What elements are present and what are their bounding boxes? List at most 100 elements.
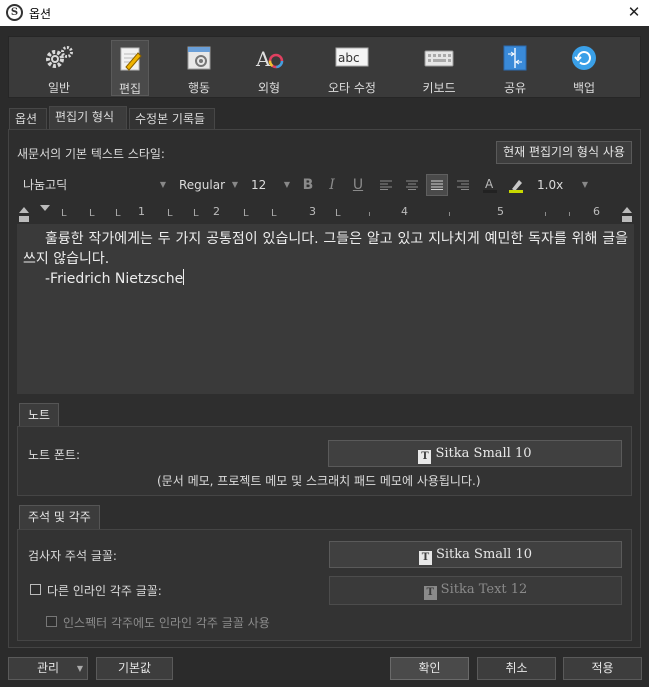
defaults-button[interactable]: 기본값: [96, 657, 173, 680]
inline-footnote-font-checkbox[interactable]: [30, 584, 41, 595]
toolbar-keyboard[interactable]: 키보드: [411, 40, 467, 96]
preview-attribution-text: -Friedrich Nietzsche: [45, 271, 184, 287]
svg-text:A: A: [255, 47, 271, 71]
chevron-down-icon: ▼: [159, 180, 166, 189]
text-style-preview[interactable]: 훌륭한 작가에게는 두 가지 공통점이 있습니다. 그들은 알고 있고 지나치게…: [17, 224, 634, 394]
manage-button[interactable]: 관리 ▼: [8, 657, 88, 680]
ruler-tick: [449, 212, 450, 216]
ruler-label: 5: [497, 205, 504, 218]
toolbar-general-label: 일반: [47, 81, 71, 95]
chevron-down-icon: ▼: [231, 180, 238, 189]
close-icon[interactable]: ✕: [624, 2, 644, 22]
inline-footnote-font-button[interactable]: T Sitka Text 12: [329, 576, 622, 605]
inspector-comment-font-button[interactable]: T Sitka Small 10: [329, 541, 622, 568]
toolbar-sharing-label: 공유: [503, 81, 527, 95]
ruler-label: 3: [309, 205, 316, 218]
toolbar-corrections-label: 오타 수정: [328, 81, 376, 95]
inspector-comment-font-value: Sitka Small 10: [435, 547, 533, 562]
format-bar: 나눔고딕 ▼ Regular ▼ 12 ▼ B I U A 1.0x ▼: [17, 174, 632, 198]
bold-button[interactable]: B: [297, 174, 319, 196]
apply-button[interactable]: 적용: [563, 657, 642, 680]
keyboard-icon: [424, 50, 454, 67]
chevron-down-icon: ▼: [283, 180, 290, 189]
ruler-label: 6: [593, 205, 600, 218]
font-icon: T: [423, 586, 437, 600]
toolbar-appearance-label: 외형: [257, 81, 281, 95]
tab-options[interactable]: 옵션: [9, 108, 47, 130]
ok-button[interactable]: 확인: [390, 657, 469, 680]
ruler-tick: [569, 212, 570, 216]
align-center-icon[interactable]: [401, 174, 423, 196]
toolbar-editing[interactable]: 편집: [111, 40, 149, 96]
preferences-toolbar: 일반 편집 행동 A 외형 abc 오타 수정 키보드 공유 백업: [8, 36, 641, 98]
font-size-value: 12: [251, 178, 267, 192]
ruler-label: 1: [138, 205, 145, 218]
preview-attribution: -Friedrich Nietzsche: [23, 269, 628, 289]
align-left-icon[interactable]: [375, 174, 397, 196]
tab-revisions[interactable]: 수정본 기록들: [129, 108, 215, 130]
title-bar: S 옵션 ✕: [0, 0, 649, 26]
text-caret: [183, 269, 185, 285]
toolbar-editing-label: 편집: [118, 82, 142, 96]
window-title: 옵션: [29, 7, 52, 21]
font-size-select[interactable]: 12 ▼: [245, 174, 293, 196]
tab-stop-marker[interactable]: L: [335, 208, 341, 219]
font-icon: T: [418, 450, 432, 464]
toolbar-behavior[interactable]: 행동: [177, 40, 221, 96]
default-style-label: 새문서의 기본 텍스트 스타일:: [17, 147, 165, 161]
highlight-icon[interactable]: [505, 174, 527, 196]
toolbar-backup[interactable]: 백업: [561, 40, 607, 96]
inspector-inline-footnote-label: 인스펙터 각주에도 인라인 각주 글꼴 사용: [63, 616, 270, 630]
align-justify-icon[interactable]: [426, 174, 448, 196]
font-icon: T: [418, 551, 432, 565]
behavior-icon: [187, 46, 211, 70]
first-line-indent-icon[interactable]: [39, 204, 51, 216]
ruler: L L L 1 L L 2 L L 3 L 4 5 6: [17, 202, 634, 224]
toolbar-general[interactable]: 일반: [31, 40, 87, 96]
sharing-icon: [503, 45, 527, 71]
appearance-icon: A: [255, 47, 284, 71]
use-current-format-button[interactable]: 현재 편집기의 형식 사용: [496, 141, 632, 164]
font-family-value: 나눔고딕: [23, 178, 68, 192]
chevron-down-icon: ▼: [76, 664, 83, 673]
line-spacing-select[interactable]: 1.0x ▼: [531, 174, 591, 196]
align-right-icon[interactable]: [452, 174, 474, 196]
backup-icon: [572, 46, 596, 70]
tab-stop-marker[interactable]: L: [115, 208, 121, 219]
underline-button[interactable]: U: [347, 174, 369, 196]
tab-stop-marker[interactable]: L: [243, 208, 249, 219]
tab-stop-marker[interactable]: L: [167, 208, 173, 219]
toolbar-corrections[interactable]: abc 오타 수정: [317, 40, 387, 96]
toolbar-keyboard-label: 키보드: [422, 81, 456, 95]
preview-paragraph: 훌륭한 작가에게는 두 가지 공통점이 있습니다. 그들은 알고 있고 지나치게…: [23, 231, 628, 267]
comments-section-tab: 주석 및 각주: [19, 505, 100, 529]
notes-section-tab: 노트: [19, 403, 60, 427]
cancel-button[interactable]: 취소: [477, 657, 556, 680]
inspector-comment-font-label: 검사자 주석 글꼴:: [28, 549, 117, 563]
toolbar-behavior-label: 행동: [187, 81, 211, 95]
ruler-label: 4: [401, 205, 408, 218]
tab-stop-marker[interactable]: L: [271, 208, 277, 219]
right-indent-icon[interactable]: [621, 204, 633, 224]
tab-stop-marker[interactable]: L: [89, 208, 95, 219]
indent-marker-icon[interactable]: [18, 204, 30, 224]
toolbar-sharing[interactable]: 공유: [493, 40, 537, 96]
svg-text:A: A: [485, 177, 494, 191]
inspector-inline-footnote-checkbox[interactable]: [46, 616, 57, 627]
manage-label: 관리: [36, 661, 60, 675]
notes-font-button[interactable]: T Sitka Small 10: [328, 440, 622, 467]
app-icon: S: [6, 4, 23, 21]
notes-font-hint: (문서 메모, 프로젝트 메모 및 스크래치 패드 메모에 사용됩니다.): [157, 474, 481, 488]
tab-stop-marker[interactable]: L: [193, 208, 199, 219]
text-color-icon[interactable]: A: [479, 174, 501, 196]
chevron-down-icon: ▼: [581, 180, 588, 189]
font-style-value: Regular: [179, 178, 226, 192]
toolbar-appearance[interactable]: A 외형: [245, 40, 293, 96]
svg-text:abc: abc: [338, 51, 360, 65]
font-style-select[interactable]: Regular ▼: [173, 174, 241, 196]
inline-footnote-font-label: 다른 인라인 각주 글꼴:: [47, 584, 162, 598]
italic-button[interactable]: I: [321, 174, 343, 196]
tab-editor-format[interactable]: 편집기 형식: [49, 106, 127, 130]
tab-stop-marker[interactable]: L: [61, 208, 67, 219]
font-family-select[interactable]: 나눔고딕 ▼: [17, 174, 169, 196]
